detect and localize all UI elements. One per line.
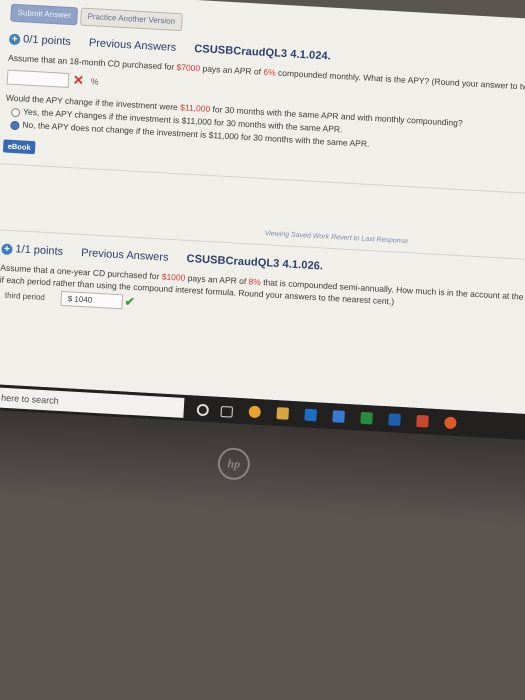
question-7-points: 1/1 points	[15, 243, 64, 258]
search-placeholder: Type here to search	[0, 391, 59, 406]
third-period-input[interactable]: $ 1040	[60, 290, 124, 310]
third-period-label: third period	[4, 290, 46, 302]
third-period-value: $ 1040	[67, 294, 93, 305]
photographed-screen: Submit Answer Practice Another Version +…	[0, 0, 525, 525]
viewing-saved-work-link[interactable]: Viewing Saved Work Revert to Last Respon…	[265, 230, 409, 245]
question-6-points: 0/1 points	[22, 33, 72, 49]
submit-answer-button[interactable]: Submit Answer	[10, 3, 79, 26]
webassign-page: Submit Answer Practice Another Version +…	[0, 0, 525, 415]
divider	[0, 162, 525, 195]
apy-answer-input[interactable]	[6, 69, 70, 88]
question-7-code: CSUSBCraudQL3 4.1.026.	[186, 252, 324, 273]
word-icon[interactable]	[388, 413, 401, 427]
ebook-button[interactable]: eBook	[2, 139, 36, 155]
powerpoint-icon[interactable]	[416, 414, 429, 428]
correct-check-icon: ✔	[124, 294, 136, 310]
firefox-icon[interactable]	[444, 416, 457, 430]
radio-no[interactable]	[10, 120, 20, 131]
expand-plus-icon[interactable]: +	[8, 33, 21, 46]
store-icon[interactable]	[332, 410, 345, 423]
practice-another-version-button[interactable]: Practice Another Version	[80, 7, 183, 32]
apy-unit: %	[90, 76, 99, 87]
question-6-previous-answers-link[interactable]: Previous Answers	[89, 37, 177, 54]
edge-icon[interactable]	[304, 408, 318, 422]
radio-yes[interactable]	[10, 107, 21, 118]
cortana-icon[interactable]	[196, 403, 210, 417]
question-7-previous-answers-link[interactable]: Previous Answers	[81, 247, 169, 264]
question-6-code: CSUSBCraudQL3 4.1.024.	[193, 42, 332, 63]
file-explorer-icon[interactable]	[276, 407, 290, 420]
incorrect-x-icon: ✕	[72, 72, 85, 88]
chrome-icon[interactable]	[248, 405, 262, 419]
expand-plus-icon[interactable]: +	[1, 243, 13, 256]
hp-logo: hp	[216, 446, 251, 481]
excel-icon[interactable]	[360, 411, 373, 425]
task-view-icon[interactable]	[220, 405, 234, 418]
